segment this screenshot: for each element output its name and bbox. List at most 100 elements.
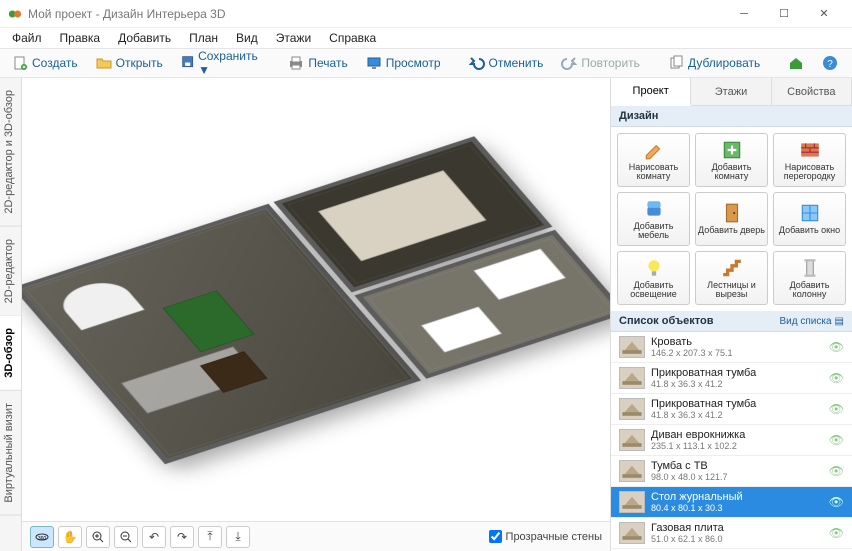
maximize-button[interactable]: ☐	[764, 1, 804, 27]
object-dimensions: 98.0 x 48.0 x 121.7	[651, 472, 823, 482]
object-dimensions: 41.8 x 36.3 x 41.2	[651, 379, 823, 389]
tab-project[interactable]: Проект	[611, 78, 691, 106]
object-name: Газовая плита	[651, 522, 823, 534]
stairs-icon	[721, 257, 743, 279]
window-icon	[799, 202, 821, 224]
viewport-toolbar: 360 ✋ ↶ ↷ ⤒ ⤓ Прозрачные стены	[22, 521, 610, 551]
chair-icon	[643, 198, 665, 220]
add-door-button[interactable]: Добавить дверь	[695, 192, 768, 246]
duplicate-icon	[668, 55, 684, 71]
draw-partition-button[interactable]: Нарисовать перегородку	[773, 133, 846, 187]
save-icon	[181, 55, 194, 71]
print-button[interactable]: Печать	[282, 52, 353, 74]
object-list[interactable]: Кровать146.2 x 207.3 x 75.1👁 Прикроватная…	[611, 332, 852, 551]
visibility-icon[interactable]: 👁	[829, 433, 844, 447]
object-list-item[interactable]: Прикроватная тумба41.8 x 36.3 x 41.2👁	[611, 394, 852, 425]
object-list-item[interactable]: Прикроватная тумба41.8 x 36.3 x 41.2 👁	[611, 363, 852, 394]
bulb-icon	[643, 257, 665, 279]
add-furniture-button[interactable]: Добавить мебель	[617, 192, 690, 246]
zoom-out-button[interactable]	[114, 526, 138, 548]
open-button[interactable]: Открыть	[90, 52, 169, 74]
object-name: Прикроватная тумба	[651, 367, 823, 379]
tab-3d-overview[interactable]: 3D-обзор	[0, 316, 21, 391]
menubar: Файл Правка Добавить План Вид Этажи Спра…	[0, 28, 852, 48]
zoom-in-button[interactable]	[86, 526, 110, 548]
design-tools: Нарисовать комнату Добавить комнату Нари…	[611, 127, 852, 311]
object-list-item[interactable]: Газовая плита51.0 x 62.1 x 86.0 👁	[611, 518, 852, 549]
menu-floors[interactable]: Этажи	[268, 29, 319, 47]
visibility-icon[interactable]: 👁	[829, 526, 844, 540]
save-button[interactable]: Сохранить ▼	[175, 46, 267, 80]
menu-edit[interactable]: Правка	[52, 29, 109, 47]
rotate-left-button[interactable]: ↶	[142, 526, 166, 548]
visibility-icon[interactable]: 👁	[829, 402, 844, 416]
titlebar: Мой проект - Дизайн Интерьера 3D ─ ☐ ✕	[0, 0, 852, 28]
minimize-button[interactable]: ─	[724, 1, 764, 27]
object-list-item[interactable]: Тумба с ТВ98.0 x 48.0 x 121.7 👁	[611, 456, 852, 487]
tab-2d-and-3d[interactable]: 2D-редактор и 3D-обзор	[0, 78, 21, 227]
add-column-button[interactable]: Добавить колонну	[773, 251, 846, 305]
wall-icon	[799, 139, 821, 161]
tab-virtual-visit[interactable]: Виртуальный визит	[0, 391, 21, 516]
object-thumb	[619, 429, 645, 451]
add-lighting-button[interactable]: Добавить освещение	[617, 251, 690, 305]
draw-room-button[interactable]: Нарисовать комнату	[617, 133, 690, 187]
visibility-icon[interactable]: 👁	[829, 340, 844, 354]
viewport-3d[interactable]: 360 ✋ ↶ ↷ ⤒ ⤓ Прозрачные стены	[22, 78, 610, 551]
objects-section-header: Список объектов Вид списка▤	[611, 311, 852, 332]
create-button[interactable]: Создать	[6, 52, 84, 74]
object-name: Тумба с ТВ	[651, 460, 823, 472]
home-button[interactable]	[782, 52, 810, 74]
design-section-header: Дизайн	[611, 106, 852, 127]
tab-floors[interactable]: Этажи	[691, 78, 771, 105]
add-window-button[interactable]: Добавить окно	[773, 192, 846, 246]
visibility-icon[interactable]: 👁	[829, 495, 844, 509]
undo-button[interactable]: Отменить	[463, 52, 550, 74]
pan-button[interactable]: ✋	[58, 526, 82, 548]
object-list-item[interactable]: Стол журнальный80.4 x 80.1 x 30.3👁	[611, 487, 852, 518]
scene-canvas[interactable]	[22, 78, 610, 521]
object-thumb	[619, 522, 645, 544]
view-mode-tabs: 2D-редактор и 3D-обзор 2D-редактор 3D-об…	[0, 78, 22, 551]
object-name: Стол журнальный	[651, 491, 823, 503]
tilt-down-button[interactable]: ⤓	[226, 526, 250, 548]
menu-file[interactable]: Файл	[4, 29, 50, 47]
orbit-button[interactable]: 360	[30, 526, 54, 548]
app-icon	[8, 7, 22, 21]
transparent-walls-input[interactable]	[489, 530, 502, 543]
rotate-right-button[interactable]: ↷	[170, 526, 194, 548]
menu-add[interactable]: Добавить	[110, 29, 179, 47]
menu-help[interactable]: Справка	[321, 29, 384, 47]
folder-open-icon	[96, 55, 112, 71]
transparent-walls-checkbox[interactable]: Прозрачные стены	[489, 530, 602, 543]
add-room-button[interactable]: Добавить комнату	[695, 133, 768, 187]
object-name: Кровать	[651, 336, 823, 348]
object-dimensions: 51.0 x 62.1 x 86.0	[651, 534, 823, 544]
monitor-icon	[366, 55, 382, 71]
preview-button[interactable]: Просмотр	[360, 52, 447, 74]
pencil-icon	[643, 139, 665, 161]
list-view-toggle[interactable]: Вид списка▤	[780, 316, 844, 327]
right-tabs: Проект Этажи Свойства	[611, 78, 852, 106]
object-list-item[interactable]: Диван еврокнижка235.1 x 113.1 x 102.2👁	[611, 425, 852, 456]
stairs-cutouts-button[interactable]: Лестницы и вырезы	[695, 251, 768, 305]
duplicate-button[interactable]: Дублировать	[662, 52, 766, 74]
close-button[interactable]: ✕	[804, 1, 844, 27]
tab-2d-editor[interactable]: 2D-редактор	[0, 227, 21, 316]
visibility-icon[interactable]: 👁	[829, 371, 844, 385]
object-name: Прикроватная тумба	[651, 398, 823, 410]
tilt-up-button[interactable]: ⤒	[198, 526, 222, 548]
object-thumb	[619, 460, 645, 482]
window-title: Мой проект - Дизайн Интерьера 3D	[28, 7, 724, 21]
object-thumb	[619, 491, 645, 513]
menu-plan[interactable]: План	[181, 29, 226, 47]
object-list-item[interactable]: Кровать146.2 x 207.3 x 75.1👁	[611, 332, 852, 363]
printer-icon	[288, 55, 304, 71]
redo-button[interactable]: Повторить	[555, 52, 646, 74]
object-name: Диван еврокнижка	[651, 429, 823, 441]
visibility-icon[interactable]: 👁	[829, 464, 844, 478]
tab-properties[interactable]: Свойства	[772, 78, 852, 105]
menu-view[interactable]: Вид	[228, 29, 266, 47]
help-button[interactable]: ?	[816, 52, 844, 74]
object-thumb	[619, 398, 645, 420]
